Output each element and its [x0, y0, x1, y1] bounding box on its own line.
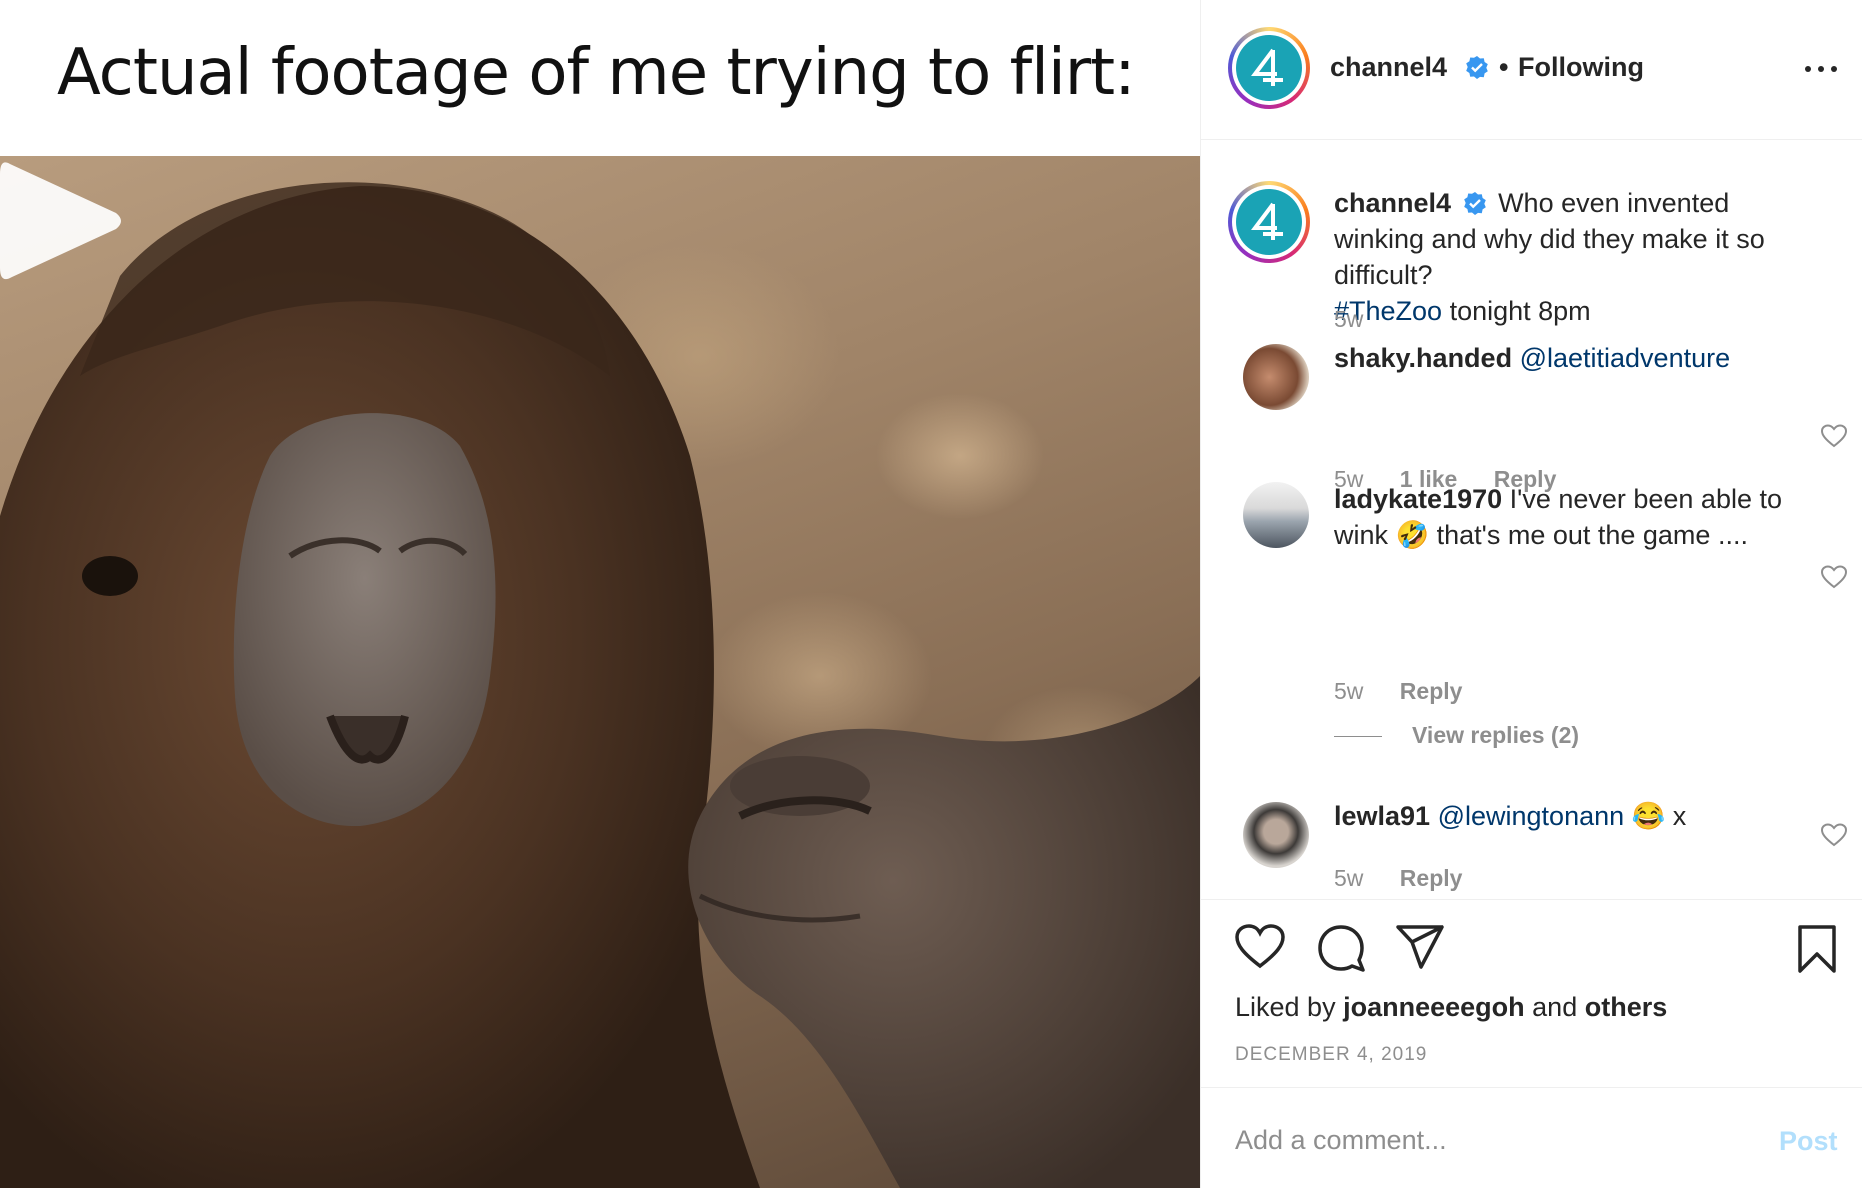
view-replies-line	[1334, 736, 1382, 738]
post-header: channel4 • Following	[1201, 0, 1862, 140]
comment-time[interactable]: 5w	[1334, 865, 1363, 892]
caption-time[interactable]: 5w	[1334, 306, 1363, 333]
post-comment-button[interactable]: Post	[1779, 1126, 1838, 1157]
comment-mention[interactable]: @lewingtonann	[1438, 801, 1625, 831]
post-caption: channel4 Who even invented winking and w…	[1334, 185, 1804, 329]
verified-badge-icon	[1463, 192, 1486, 215]
camel-left-eye	[82, 556, 138, 596]
caption-avatar[interactable]	[1228, 181, 1310, 263]
comment-like-heart-icon[interactable]	[1821, 565, 1847, 589]
comment-username[interactable]: shaky.handed	[1334, 343, 1512, 373]
channel4-avatar[interactable]	[1228, 27, 1310, 109]
commenter-avatar[interactable]	[1243, 344, 1309, 410]
comment-username[interactable]: lewla91	[1334, 801, 1430, 831]
liked-and: and	[1532, 992, 1578, 1022]
verified-badge-icon	[1466, 56, 1488, 79]
meme-caption-band: Actual footage of me trying to flirt:	[0, 0, 1200, 156]
view-replies-label[interactable]: View replies (2)	[1412, 722, 1579, 748]
liked-user[interactable]: joanneeeegoh	[1343, 992, 1525, 1022]
commenter-avatar[interactable]	[1243, 482, 1309, 548]
post-side-panel: channel4 • Following channel4 Who even i…	[1200, 0, 1862, 1188]
add-comment-bar: Post	[1201, 1087, 1862, 1188]
reply-button[interactable]: Reply	[1400, 865, 1463, 892]
comment-body: shaky.handed @laetitiadventure	[1334, 340, 1804, 376]
camel-left-muzzle	[233, 413, 496, 827]
commenter-avatar[interactable]	[1243, 802, 1309, 868]
comment-input[interactable]	[1235, 1116, 1735, 1164]
view-replies[interactable]: View replies (2)	[1334, 722, 1579, 749]
caption-username[interactable]: channel4	[1334, 188, 1451, 218]
post-media: Actual footage of me trying to flirt:	[0, 0, 1200, 1188]
comment-text: 😂 x	[1631, 801, 1687, 831]
comment-like-heart-icon[interactable]	[1821, 823, 1847, 847]
share-icon[interactable]	[1395, 924, 1445, 970]
caption-text-after: tonight 8pm	[1442, 296, 1591, 326]
following-button[interactable]: Following	[1518, 52, 1644, 83]
heart-icon[interactable]	[1235, 924, 1285, 970]
liked-prefix: Liked by	[1235, 992, 1336, 1022]
header-username[interactable]: channel4	[1330, 52, 1447, 83]
liked-by-line: Liked by joanneeeegoh and others	[1235, 992, 1667, 1023]
comment-meta: 5w Reply	[1334, 678, 1492, 705]
reply-button[interactable]: Reply	[1400, 678, 1463, 705]
more-options-icon[interactable]	[1805, 66, 1837, 74]
bookmark-icon[interactable]	[1797, 924, 1837, 974]
comment-body: lewla91 @lewingtonann 😂 x	[1334, 798, 1804, 834]
comment-username[interactable]: ladykate1970	[1334, 484, 1502, 514]
comment-time[interactable]: 5w	[1334, 678, 1363, 705]
comment-mention[interactable]: @laetitiadventure	[1520, 343, 1731, 373]
header-separator: •	[1499, 52, 1509, 82]
comments-section: channel4 Who even invented winking and w…	[1201, 141, 1862, 899]
meme-caption: Actual footage of me trying to flirt:	[57, 36, 1136, 110]
post-date[interactable]: DECEMBER 4, 2019	[1235, 1044, 1427, 1066]
channel4-logo-icon	[1236, 35, 1302, 101]
comment-like-heart-icon[interactable]	[1821, 424, 1847, 448]
comment-body: ladykate1970 I've never been able to win…	[1334, 481, 1804, 553]
camel-video-frame	[0, 182, 1200, 1188]
comment-meta: 5w Reply	[1334, 865, 1492, 892]
liked-others[interactable]: others	[1585, 992, 1668, 1022]
channel4-logo-icon	[1236, 189, 1302, 255]
play-icon[interactable]	[0, 156, 124, 286]
caption-meta: 5w	[1334, 306, 1393, 333]
comment-icon[interactable]	[1317, 924, 1365, 972]
video-player[interactable]	[0, 156, 1200, 1188]
post-actions: Liked by joanneeeegoh and others DECEMBE…	[1201, 899, 1862, 1087]
camel-right-head	[688, 676, 1200, 1188]
